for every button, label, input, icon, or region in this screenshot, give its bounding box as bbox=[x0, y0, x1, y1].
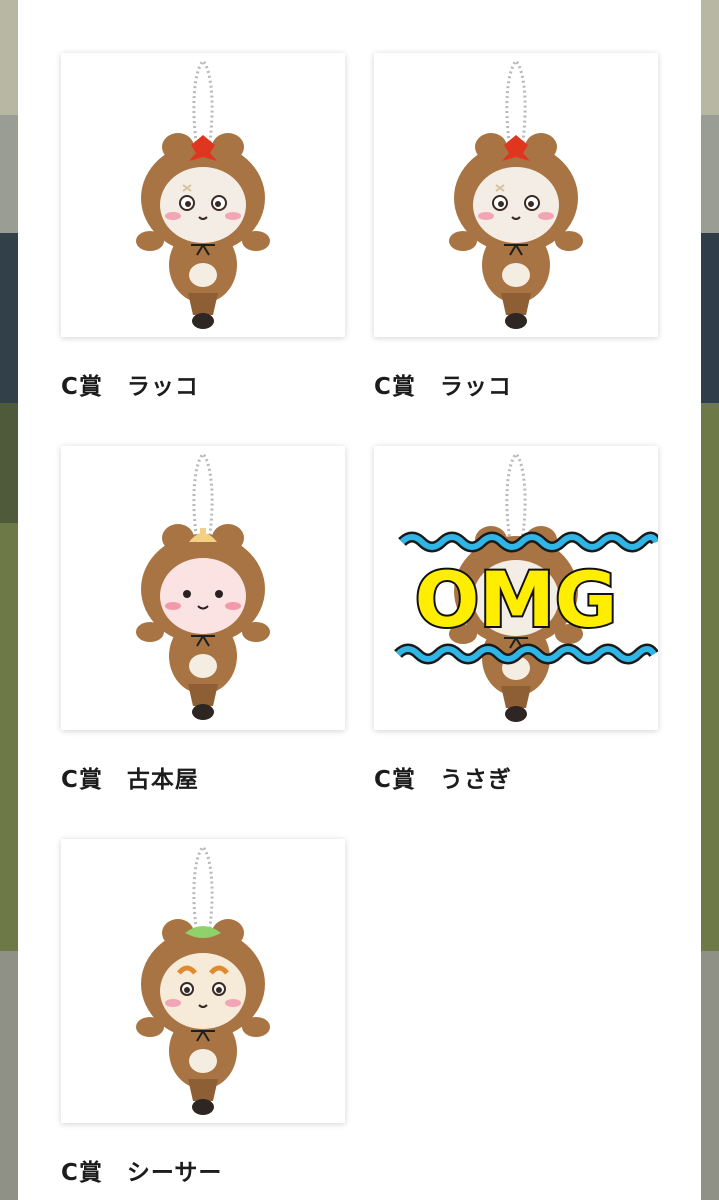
product-caption[interactable]: C賞 ラッコ bbox=[374, 367, 658, 401]
plush-keychain-image bbox=[136, 58, 270, 329]
product-card-3[interactable]: C賞 古本屋 bbox=[61, 446, 345, 794]
product-caption[interactable]: C賞 ラッコ bbox=[61, 367, 345, 401]
plush-keychain-image bbox=[136, 451, 270, 720]
plush-keychain-image bbox=[136, 844, 270, 1115]
product-card-1[interactable]: C賞 ラッコ bbox=[61, 53, 345, 401]
product-image-2[interactable] bbox=[374, 53, 658, 337]
product-list-modal: C賞 ラッコ C賞 ラッコ C賞 古本屋 OMG C賞 うさぎ C賞 シーサー bbox=[18, 0, 701, 1200]
product-card-4[interactable]: OMG C賞 うさぎ bbox=[374, 446, 658, 794]
product-caption[interactable]: C賞 うさぎ bbox=[374, 760, 658, 794]
product-image-4[interactable]: OMG bbox=[374, 446, 658, 730]
product-image-5[interactable] bbox=[61, 839, 345, 1123]
product-image-3[interactable] bbox=[61, 446, 345, 730]
product-caption[interactable]: C賞 シーサー bbox=[61, 1153, 345, 1187]
product-card-5[interactable]: C賞 シーサー bbox=[61, 839, 345, 1187]
plush-keychain-image bbox=[449, 58, 583, 329]
plush-keychain-image: OMG bbox=[394, 451, 658, 722]
product-image-1[interactable] bbox=[61, 53, 345, 337]
background-page-right bbox=[701, 0, 719, 1200]
background-page-left bbox=[0, 0, 18, 1200]
product-caption[interactable]: C賞 古本屋 bbox=[61, 760, 345, 794]
product-card-2[interactable]: C賞 ラッコ bbox=[374, 53, 658, 401]
omg-sticker-text: OMG bbox=[415, 555, 618, 644]
